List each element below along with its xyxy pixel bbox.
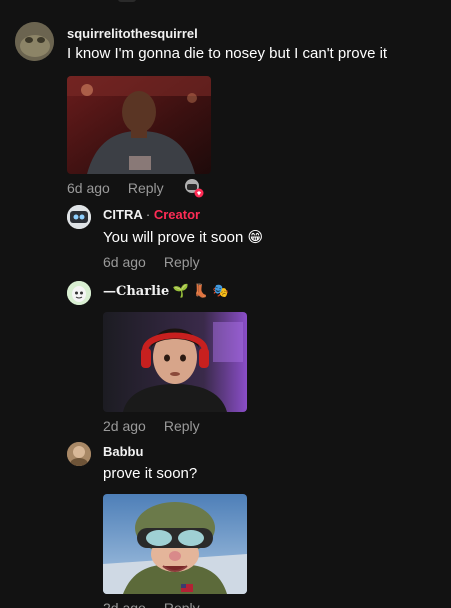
reply-button[interactable]: Reply xyxy=(164,600,200,608)
grin-emoji: 😁 xyxy=(247,229,264,246)
comment-username[interactable]: Babbu xyxy=(103,444,143,459)
creator-badge: Creator xyxy=(153,207,201,222)
comment-timestamp: 6d ago xyxy=(67,180,110,196)
comment-meta: 2d ago Reply xyxy=(103,418,200,434)
comment-username-row: —Charlie 🌱 👢 🎭 xyxy=(103,283,229,299)
comment-text-row: You will prove it soon 😁 xyxy=(103,228,263,246)
comment-image[interactable] xyxy=(103,494,247,594)
avatar[interactable] xyxy=(15,22,54,61)
liked-by-creator-icon xyxy=(184,178,204,198)
avatar[interactable] xyxy=(67,442,91,466)
reply-button[interactable]: Reply xyxy=(164,254,200,270)
comment-timestamp: 2d ago xyxy=(103,600,146,608)
avatar[interactable] xyxy=(67,205,91,229)
comment-text: You will prove it soon xyxy=(103,229,244,246)
comment-username-row: CITRA · Creator xyxy=(103,207,200,222)
comment-meta: 6d ago Reply xyxy=(67,180,164,196)
username-emojis: 🌱 👢 🎭 xyxy=(172,283,229,298)
reply-button[interactable]: Reply xyxy=(164,418,200,434)
comment-text: prove it soon? xyxy=(103,465,198,482)
comments-thread: squirrelitothesquirrel I know I'm gonna … xyxy=(0,0,451,608)
reply-button[interactable]: Reply xyxy=(128,180,164,196)
comment-username[interactable]: —Charlie xyxy=(103,284,169,299)
comment-username[interactable]: CITRA xyxy=(103,207,142,222)
avatar[interactable] xyxy=(67,281,91,305)
comment-meta: 2d ago Reply xyxy=(103,600,200,608)
comment-timestamp: 2d ago xyxy=(103,418,146,434)
comment-timestamp: 6d ago xyxy=(103,254,146,270)
comment-meta: 6d ago Reply xyxy=(103,254,200,270)
comment-text: I know I'm gonna die to nosey but I can'… xyxy=(67,45,388,62)
comment-username[interactable]: squirrelitothesquirrel xyxy=(67,26,198,41)
separator: · xyxy=(145,207,151,222)
comment-image[interactable] xyxy=(103,312,247,412)
comment-image[interactable] xyxy=(67,76,211,174)
previous-comment-remnant xyxy=(118,0,136,2)
